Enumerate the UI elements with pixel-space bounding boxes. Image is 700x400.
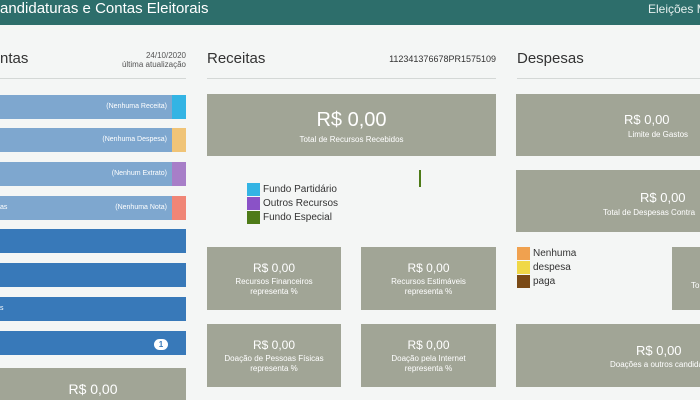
update-label: última atualização xyxy=(121,60,186,69)
doacao-internet-card: R$ 0,00 Doação pela Internet representa … xyxy=(361,324,496,387)
legend-label: Fundo Especial xyxy=(263,212,332,223)
status-bar-despesa[interactable]: (Nenhuma Despesa) xyxy=(0,128,186,152)
card-caption: Total de Recursos Recebidos xyxy=(299,135,404,144)
limite-gastos-card: R$ 0,00 Limite de Gastos xyxy=(516,94,700,156)
legend-label: paga xyxy=(533,276,556,287)
card-sub: representa % xyxy=(404,364,453,373)
legend-label: despesa xyxy=(533,262,571,273)
legend-swatch xyxy=(247,183,260,196)
card-value: R$ 0,00 xyxy=(624,112,670,127)
top-bar: andidaturas e Contas Eleitorais Eleições… xyxy=(0,0,700,25)
status-label: (Nenhuma Receita) xyxy=(106,103,167,110)
card-value: R$ 0,00 xyxy=(252,261,296,275)
election-link[interactable]: Eleições M xyxy=(648,1,700,17)
card-sub: representa % xyxy=(250,287,298,296)
update-date: 24/10/2020 xyxy=(145,51,186,60)
card-value: R$ 0,00 xyxy=(252,338,296,352)
status-bar-receita[interactable]: (Nenhuma Receita) xyxy=(0,95,186,119)
legend-swatch xyxy=(517,275,530,288)
legend-label: Outros Recursos xyxy=(263,198,339,209)
status-label: (Nenhum Extrato) xyxy=(111,170,167,177)
receitas-title: Receitas xyxy=(207,50,266,67)
status-bar-extrato[interactable]: (Nenhum Extrato) xyxy=(0,162,186,186)
card-sub: representa % xyxy=(404,287,453,296)
card-value: R$ 0,00 xyxy=(640,190,686,205)
card-caption: Recursos Financeiros xyxy=(235,277,313,286)
status-label: (Nenhuma Nota) xyxy=(115,204,167,211)
card-caption: Recursos Estimáveis xyxy=(391,277,466,286)
despesas-side-card: To xyxy=(672,247,700,310)
status-accent xyxy=(172,95,186,119)
status-prefix: as xyxy=(0,204,8,211)
legend-swatch xyxy=(517,261,530,274)
recursos-estimaveis-card: R$ 0,00 Recursos Estimáveis representa % xyxy=(361,247,496,310)
info-bar[interactable] xyxy=(0,263,186,287)
doacao-pf-card: R$ 0,00 Doação de Pessoas Físicas repres… xyxy=(207,324,341,387)
left-summary-card: R$ 0,00 xyxy=(0,368,186,400)
card-value: R$ 0,00 xyxy=(407,338,450,352)
divider xyxy=(517,78,700,79)
status-accent xyxy=(172,128,186,152)
card-caption: Limite de Gastos xyxy=(628,130,689,139)
legend-label: Fundo Partidário xyxy=(263,184,337,195)
legend-swatch xyxy=(247,197,260,210)
card-caption: Doação pela Internet xyxy=(391,354,466,363)
card-sub: representa % xyxy=(250,364,298,373)
app-title: andidaturas e Contas Eleitorais xyxy=(0,0,209,17)
legend-label: Nenhuma xyxy=(533,248,577,259)
status-bar-nota[interactable]: as (Nenhuma Nota) xyxy=(0,196,186,220)
total-recebidos-card: R$ 0,00 Total de Recursos Recebidos xyxy=(207,94,496,156)
legend-swatch xyxy=(517,247,530,260)
status-accent xyxy=(172,196,186,220)
candidate-id: 112341376678PR1575109 xyxy=(389,54,496,64)
status-accent xyxy=(172,162,186,186)
legend-swatch xyxy=(247,211,260,224)
info-bar-prefix: s xyxy=(0,305,4,312)
card-value: R$ 0,00 xyxy=(636,343,682,358)
info-bar[interactable]: s xyxy=(0,297,186,321)
card-value: R$ 0,00 xyxy=(68,381,118,397)
card-caption: Total de Despesas Contra xyxy=(603,208,696,217)
recursos-financeiros-card: R$ 0,00 Recursos Financeiros representa … xyxy=(207,247,341,310)
divider xyxy=(0,78,186,79)
info-bar[interactable] xyxy=(0,229,186,253)
divider xyxy=(207,78,496,79)
status-label: (Nenhuma Despesa) xyxy=(102,136,167,143)
card-caption: Doações a outros candidatos de xyxy=(610,360,700,369)
card-value: R$ 0,00 xyxy=(316,109,387,131)
card-caption: Doação de Pessoas Físicas xyxy=(224,354,324,363)
total-despesas-card: R$ 0,00 Total de Despesas Contra xyxy=(516,170,700,232)
count-badge: 1 xyxy=(154,339,168,350)
doacoes-candidatos-card: R$ 0,00 Doações a outros candidatos de xyxy=(516,324,700,387)
chart-marker xyxy=(419,170,421,187)
contas-title: ntas xyxy=(0,50,29,67)
card-value: R$ 0,00 xyxy=(407,261,450,275)
card-caption: To xyxy=(691,281,700,290)
despesas-title: Despesas xyxy=(517,50,584,67)
